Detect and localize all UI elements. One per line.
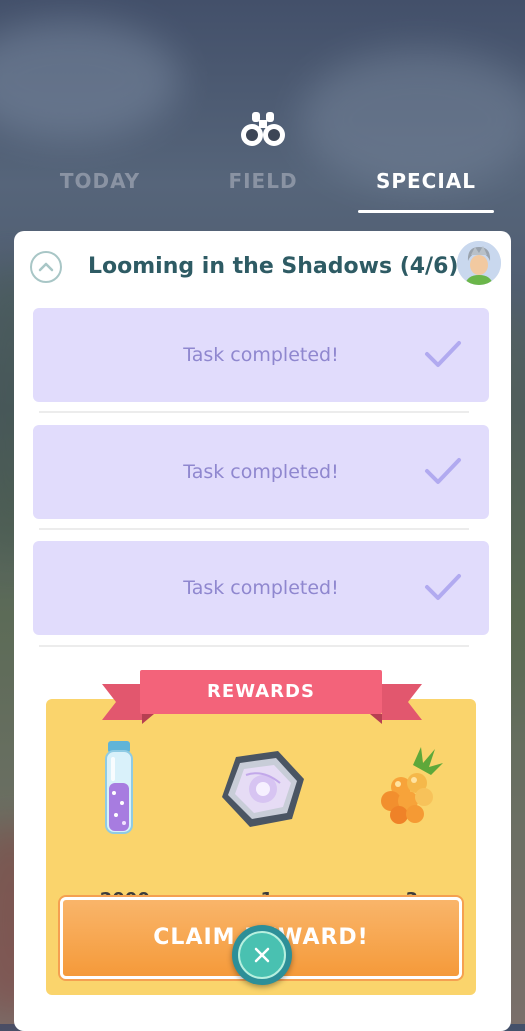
task-label: Task completed!	[183, 461, 339, 483]
binoculars-icon	[240, 110, 286, 150]
golden-razz-berry-icon	[381, 747, 443, 824]
divider	[39, 411, 469, 413]
task-item: Task completed!	[33, 308, 489, 402]
divider	[39, 528, 469, 530]
close-icon	[254, 947, 270, 963]
chevron-up-icon	[38, 262, 54, 272]
task-label: Task completed!	[183, 344, 339, 366]
research-title: Looming in the Shadows (4/6)	[88, 254, 459, 279]
close-button[interactable]	[232, 925, 292, 985]
tab-field[interactable]: FIELD	[203, 165, 323, 197]
stardust-vial-icon	[105, 741, 133, 834]
close-button-ring	[238, 931, 286, 979]
task-label: Task completed!	[183, 577, 339, 599]
rewards-ribbon: REWARDS	[102, 668, 422, 728]
task-item: Task completed!	[33, 541, 489, 635]
rewards-header: REWARDS	[140, 670, 382, 714]
checkmark-icon	[425, 574, 461, 600]
tab-today[interactable]: TODAY	[40, 165, 160, 197]
research-tabs: TODAY FIELD SPECIAL	[0, 165, 525, 215]
background-cloud	[0, 20, 180, 140]
divider	[39, 645, 469, 647]
active-tab-indicator	[358, 210, 494, 213]
reward-rocket-radar: x1	[206, 739, 316, 919]
reward-stardust: x2000	[64, 739, 174, 919]
rocket-radar-icon	[222, 751, 304, 827]
tab-special[interactable]: SPECIAL	[358, 165, 494, 197]
checkmark-icon	[425, 341, 461, 367]
collapse-button[interactable]	[30, 251, 62, 283]
special-research-card: Looming in the Shadows (4/6) Task comple…	[14, 231, 511, 1031]
reward-golden-razz-berry: x3	[351, 739, 461, 919]
professor-avatar	[457, 241, 501, 285]
task-item: Task completed!	[33, 425, 489, 519]
checkmark-icon	[425, 458, 461, 484]
